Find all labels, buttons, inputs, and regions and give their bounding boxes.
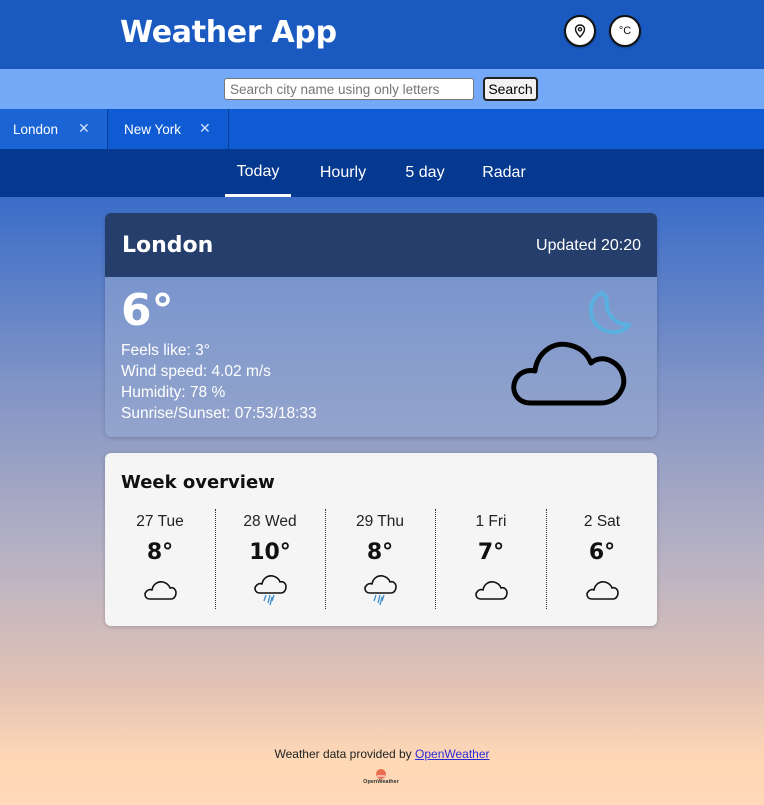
search-button[interactable]: Search	[483, 77, 538, 101]
tab-today[interactable]: Today	[225, 149, 291, 197]
city-tab-label: London	[13, 122, 59, 137]
current-weather-header: London Updated 20:20	[105, 213, 657, 277]
day-temperature: 8°	[146, 540, 174, 565]
current-city: London	[122, 233, 214, 258]
unit-toggle-button[interactable]: °C	[609, 15, 641, 47]
rain-cloud-icon	[254, 575, 287, 606]
day-label: 29 Thu	[356, 513, 404, 530]
app-header: Weather App °C	[0, 0, 764, 69]
current-weather-card: London Updated 20:20 6° Feels like: 3° W…	[105, 213, 657, 437]
openweather-logo: OpenWeather	[358, 768, 404, 790]
day-temperature: 10°	[249, 540, 291, 565]
location-pin-icon	[574, 24, 586, 38]
updated-time: Updated 20:20	[536, 237, 641, 254]
location-button[interactable]	[564, 15, 596, 47]
city-tabs: London ✕ New York ✕	[0, 109, 764, 149]
wind-speed: Wind speed: 4.02 m/s	[121, 363, 271, 380]
footer-text: Weather data provided by	[274, 747, 416, 761]
city-tab-london[interactable]: London ✕	[0, 109, 108, 149]
day-forecast[interactable]: 1 Fri 7°	[436, 509, 547, 609]
tab-hourly[interactable]: Hourly	[310, 149, 376, 197]
view-tabs: Today Hourly 5 day Radar	[0, 149, 764, 197]
cloudy-night-icon	[511, 291, 631, 406]
search-input[interactable]	[224, 78, 474, 100]
city-tab-label: New York	[124, 122, 182, 137]
tab-radar[interactable]: Radar	[472, 149, 536, 197]
cloud-icon	[144, 581, 177, 600]
city-tab-new-york[interactable]: New York ✕	[108, 109, 229, 149]
day-label: 28 Wed	[243, 513, 297, 530]
feels-like: Feels like: 3°	[121, 342, 210, 359]
openweather-logo-text: OpenWeather	[363, 779, 399, 785]
current-temperature: 6°	[121, 285, 174, 336]
close-icon[interactable]: ✕	[199, 120, 211, 137]
cloud-icon	[475, 581, 508, 600]
humidity: Humidity: 78 %	[121, 384, 226, 401]
rain-cloud-icon	[364, 575, 397, 606]
footer-credit: Weather data provided by OpenWeather	[0, 747, 764, 761]
day-forecast[interactable]: 28 Wed 10°	[215, 509, 326, 609]
sunrise-sunset: Sunrise/Sunset: 07:53/18:33	[121, 405, 317, 422]
day-temperature: 6°	[588, 540, 616, 565]
day-label: 2 Sat	[583, 513, 621, 530]
day-forecast[interactable]: 29 Thu 8°	[325, 509, 436, 609]
tab-5-day[interactable]: 5 day	[393, 149, 457, 197]
cloud-icon	[586, 581, 619, 600]
day-label: 1 Fri	[475, 513, 507, 530]
day-temperature: 8°	[366, 540, 394, 565]
day-label: 27 Tue	[136, 513, 184, 530]
day-temperature: 7°	[477, 540, 505, 565]
week-overview-card: Week overview 27 Tue 8° 28 Wed 10° 29 Th…	[105, 453, 657, 626]
openweather-link[interactable]: OpenWeather	[415, 747, 490, 761]
day-forecast[interactable]: 27 Tue 8°	[105, 509, 216, 609]
close-icon[interactable]: ✕	[78, 120, 90, 137]
week-overview-title: Week overview	[121, 472, 275, 493]
app-title: Weather App	[120, 15, 337, 50]
day-forecast[interactable]: 2 Sat 6°	[547, 509, 657, 609]
